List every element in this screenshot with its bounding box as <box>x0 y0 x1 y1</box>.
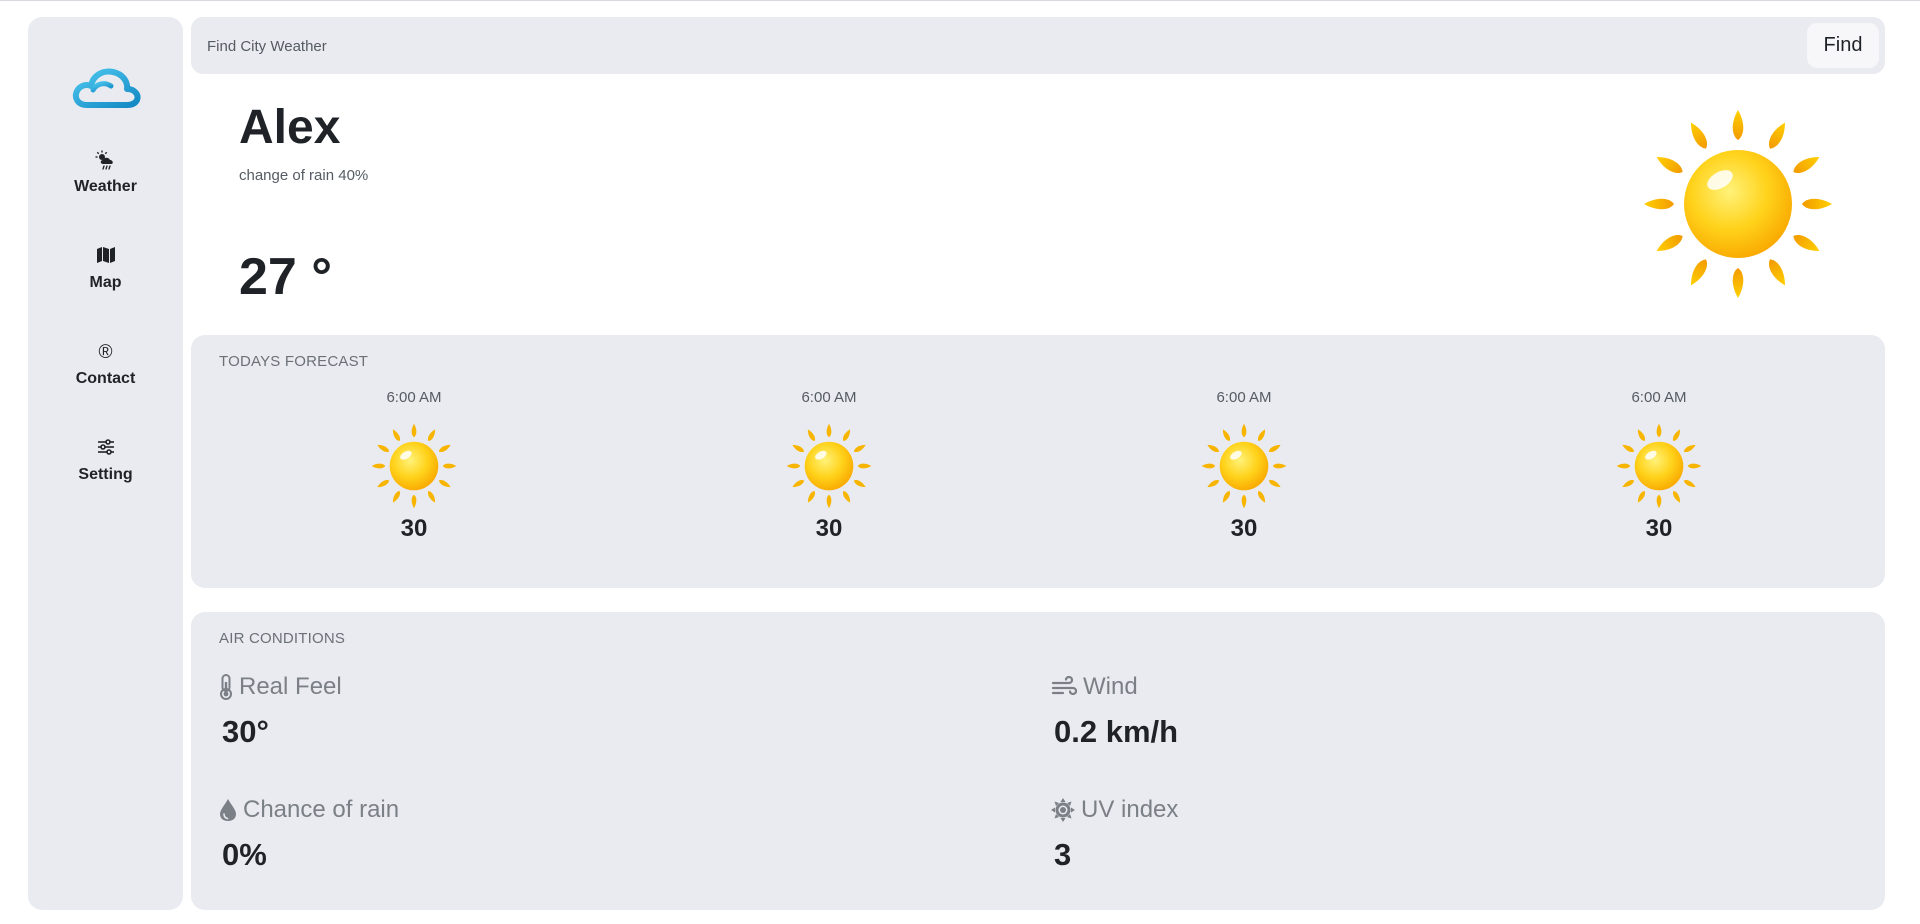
forecast-title: TODAYS FORECAST <box>219 353 369 370</box>
sun-icon <box>1616 423 1702 509</box>
rain-chance-text: change of rain 40% <box>239 167 369 184</box>
sidebar-item-setting[interactable]: Setting <box>28 438 183 484</box>
find-button[interactable]: Find <box>1807 23 1879 68</box>
todays-forecast-panel: TODAYS FORECAST 6:00 AM 30 6:00 AM 30 6:… <box>191 335 1885 588</box>
sidebar-item-label: Contact <box>75 370 136 387</box>
droplet-icon <box>220 799 236 821</box>
sidebar-item-weather[interactable]: Weather <box>28 150 183 196</box>
uv-index-label: UV index <box>1081 796 1179 823</box>
chance-of-rain-metric: Chance of rain 0% <box>219 795 399 873</box>
real-feel-metric: Real Feel 30° <box>219 672 342 750</box>
sidebar: Weather Map ® Contact Setting <box>28 17 183 910</box>
wind-icon <box>1051 675 1077 696</box>
forecast-slot: 6:00 AM 30 <box>344 389 484 543</box>
uv-index-metric: UV index 3 <box>1051 795 1178 873</box>
thermometer-icon <box>220 674 232 700</box>
chance-of-rain-value: 0% <box>222 837 267 872</box>
sidebar-item-label: Weather <box>74 178 137 195</box>
wind-value: 0.2 km/h <box>1054 714 1179 749</box>
top-border <box>0 0 1920 1</box>
sidebar-item-map[interactable]: Map <box>28 246 183 292</box>
registered-icon: ® <box>98 342 113 363</box>
air-conditions-panel: AIR CONDITIONS Real Feel 30° Wind 0.2 km… <box>191 612 1885 910</box>
forecast-slot: 6:00 AM 30 <box>1174 389 1314 543</box>
city-name: Alex <box>239 101 341 154</box>
wind-label: Wind <box>1083 673 1138 700</box>
sun-icon <box>786 423 872 509</box>
sun-icon <box>1201 423 1287 509</box>
uv-index-value: 3 <box>1054 837 1072 872</box>
search-input[interactable] <box>207 31 1687 61</box>
wind-metric: Wind 0.2 km/h <box>1051 672 1178 750</box>
chance-of-rain-label: Chance of rain <box>243 796 400 823</box>
search-bar: Find <box>191 17 1885 74</box>
sun-icon <box>1644 110 1832 298</box>
sliders-icon <box>28 438 183 460</box>
forecast-slot: 6:00 AM 30 <box>759 389 899 543</box>
forecast-temp: 30 <box>1230 515 1258 542</box>
current-temperature: 27 ° <box>239 248 333 306</box>
forecast-temp: 30 <box>1645 515 1673 542</box>
sidebar-item-label: Setting <box>78 466 133 483</box>
air-conditions-title: AIR CONDITIONS <box>219 630 346 647</box>
cloud-logo-icon[interactable] <box>71 63 141 113</box>
sidebar-item-label: Map <box>89 274 122 291</box>
sidebar-item-contact[interactable]: ® Contact <box>28 342 183 388</box>
forecast-time: 6:00 AM <box>1631 389 1687 406</box>
cloud-sun-rain-icon <box>28 150 183 172</box>
real-feel-value: 30° <box>222 714 269 749</box>
real-feel-label: Real Feel <box>239 673 342 700</box>
forecast-temp: 30 <box>400 515 428 542</box>
forecast-time: 6:00 AM <box>801 389 857 406</box>
forecast-time: 6:00 AM <box>386 389 442 406</box>
forecast-time: 6:00 AM <box>1216 389 1272 406</box>
sun-gear-icon <box>1051 798 1075 822</box>
forecast-temp: 30 <box>815 515 843 542</box>
map-icon <box>28 246 183 268</box>
sun-icon <box>371 423 457 509</box>
forecast-slot: 6:00 AM 30 <box>1589 389 1729 543</box>
